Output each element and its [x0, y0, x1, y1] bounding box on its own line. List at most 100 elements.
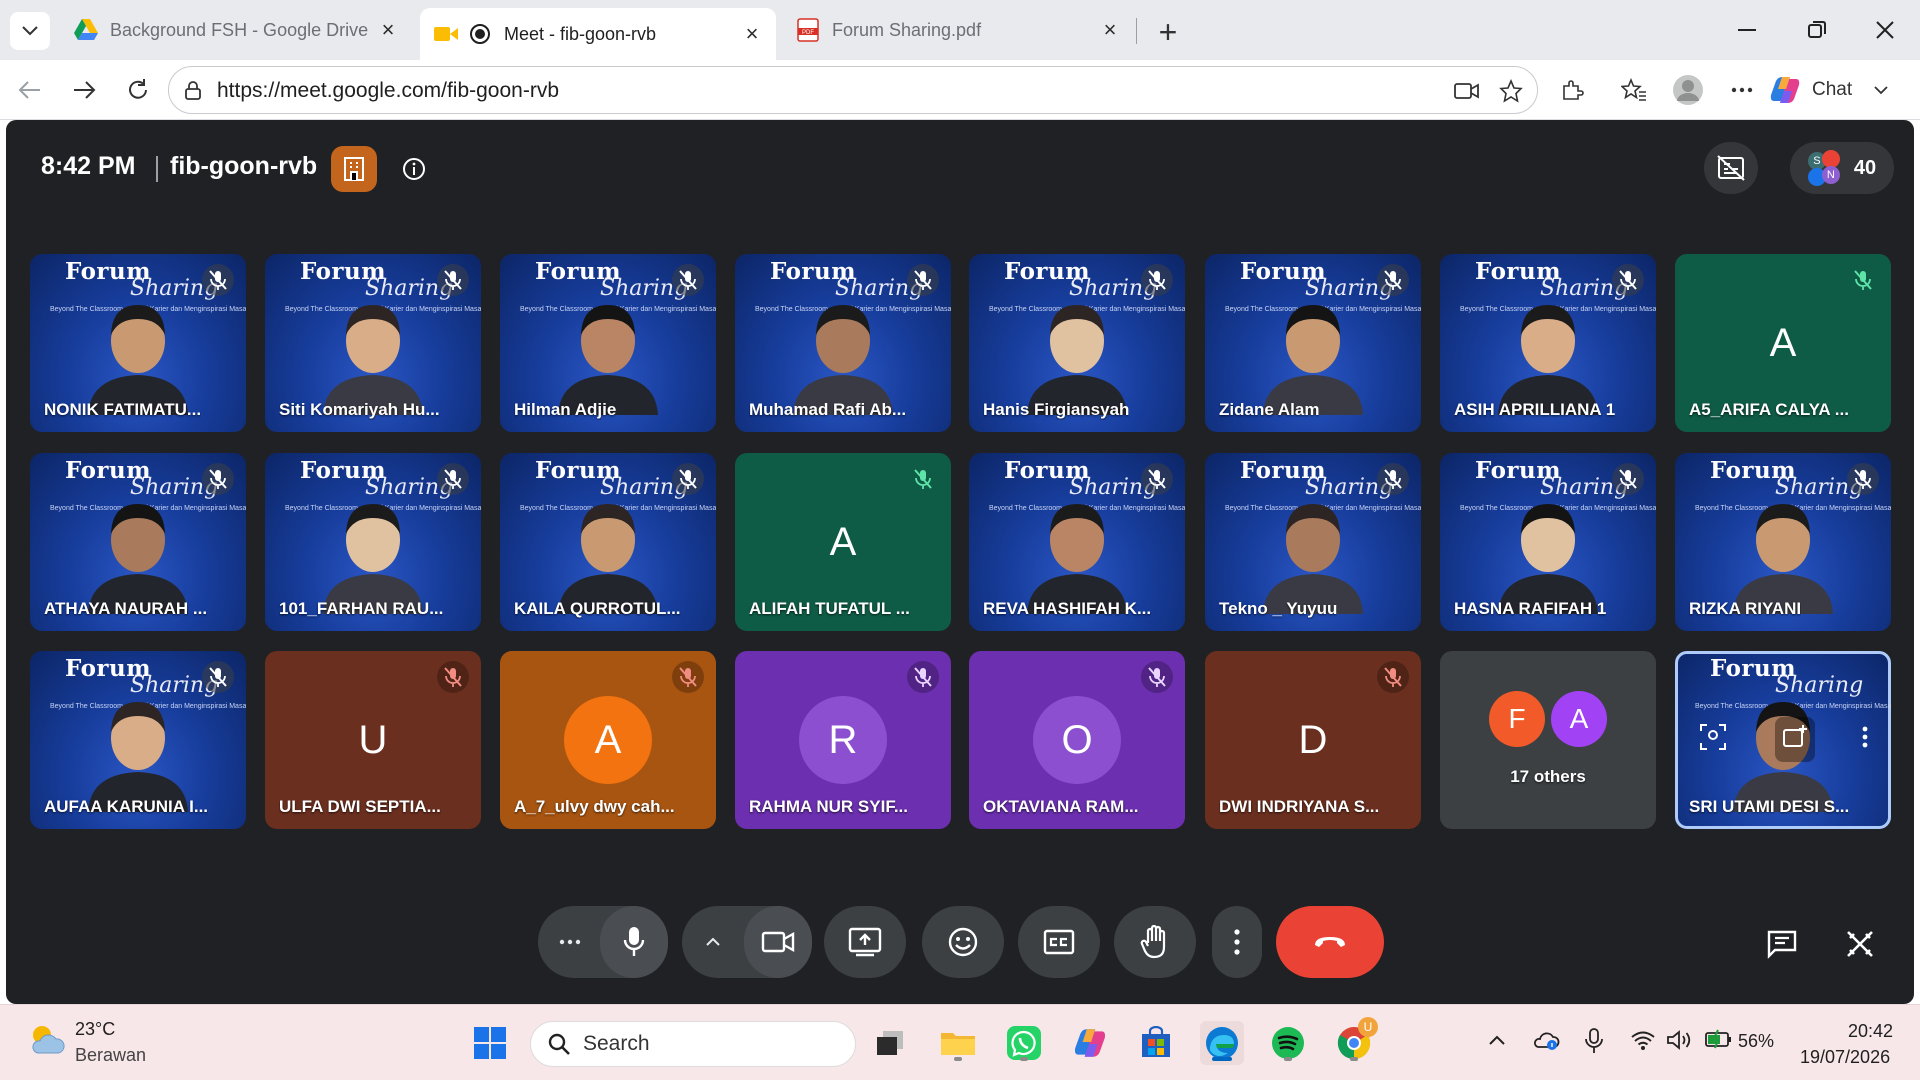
minimize-button[interactable]: [1724, 10, 1770, 50]
present-button[interactable]: [824, 906, 906, 978]
participant-tile[interactable]: ForumSharingBeyond The Classroom · Menit…: [30, 254, 246, 432]
copilot-button[interactable]: [1068, 1021, 1112, 1065]
profile-button[interactable]: [1668, 70, 1708, 110]
participant-tile[interactable]: ForumSharingBeyond The Classroom · Menit…: [30, 453, 246, 631]
participant-tile[interactable]: A A_7_ulvy dwy cah...: [500, 651, 716, 829]
star-icon[interactable]: [1495, 75, 1527, 107]
chat-panel-button[interactable]: [1762, 924, 1802, 964]
participant-tile[interactable]: O OKTAVIANA RAM...: [969, 651, 1185, 829]
microphone-button[interactable]: [600, 906, 668, 978]
google-drive-icon: [74, 18, 98, 42]
video-settings-button[interactable]: [682, 906, 744, 978]
clock-time[interactable]: 20:42: [1848, 1021, 1893, 1042]
participant-tile[interactable]: ForumSharingBeyond The Classroom · Menit…: [969, 453, 1185, 631]
show-hidden-icons-button[interactable]: [1488, 1033, 1506, 1051]
participant-name: OKTAVIANA RAM...: [983, 797, 1139, 816]
audio-settings-button[interactable]: [538, 906, 602, 978]
camera-button[interactable]: [744, 906, 812, 978]
task-view-button[interactable]: [868, 1021, 912, 1065]
captions-button[interactable]: [1018, 906, 1100, 978]
copilot-chat-button[interactable]: Chat: [1768, 68, 1896, 112]
tab-forum-pdf[interactable]: PDF Forum Sharing.pdf ×: [782, 8, 1134, 52]
mic-off-icon: [1612, 264, 1644, 296]
microsoft-store-button[interactable]: [1134, 1021, 1178, 1065]
restore-button[interactable]: [1794, 10, 1840, 50]
participant-tile[interactable]: R RAHMA NUR SYIF...: [735, 651, 951, 829]
onedrive-tray-icon[interactable]: [1532, 1029, 1560, 1056]
volume-tray-icon[interactable]: [1666, 1029, 1694, 1056]
address-bar[interactable]: https://meet.google.com/fib-goon-rvb: [168, 66, 1538, 114]
close-icon[interactable]: ×: [738, 20, 766, 48]
forward-button[interactable]: [64, 70, 104, 110]
participant-tile[interactable]: ForumSharingBeyond The Classroom · Menit…: [500, 453, 716, 631]
file-explorer-button[interactable]: [936, 1021, 980, 1065]
pdf-icon: PDF: [796, 18, 820, 42]
participant-tile[interactable]: A ALIFAH TUFATUL ...: [735, 453, 951, 631]
battery-tray-icon[interactable]: [1704, 1029, 1734, 1054]
participant-name: NONIK FATIMATU...: [44, 400, 202, 419]
camera-control-group: [682, 906, 812, 978]
edge-button[interactable]: [1200, 1021, 1244, 1065]
participant-tile[interactable]: ForumSharingBeyond The Classroom · Menit…: [30, 651, 246, 829]
partly-cloudy-icon: [32, 1026, 65, 1054]
start-button[interactable]: [468, 1021, 512, 1065]
mic-off-icon: [1141, 463, 1173, 495]
framing-icon[interactable]: [1698, 722, 1728, 757]
participant-tile[interactable]: ForumSharingBeyond The Classroom · Menit…: [1675, 651, 1891, 829]
info-icon[interactable]: [399, 154, 429, 184]
host-controls-button[interactable]: [331, 146, 377, 192]
participant-tile[interactable]: ForumSharingBeyond The Classroom · Menit…: [265, 254, 481, 432]
more-options-button[interactable]: [1212, 906, 1262, 978]
reactions-button[interactable]: [922, 906, 1004, 978]
close-icon[interactable]: ×: [374, 16, 402, 44]
participant-tile[interactable]: U ULFA DWI SEPTIA...: [265, 651, 481, 829]
back-button[interactable]: [10, 70, 50, 110]
participant-tile[interactable]: A A5_ARIFA CALYA ...: [1675, 254, 1891, 432]
tab-search-button[interactable]: [10, 12, 50, 50]
participant-tile[interactable]: ForumSharingBeyond The Classroom · Menit…: [265, 453, 481, 631]
leave-call-button[interactable]: [1276, 906, 1384, 978]
participant-name: HASNA RAFIFAH 1: [1454, 599, 1607, 618]
more-menu-button[interactable]: [1722, 70, 1762, 110]
browser-tab-strip: Background FSH - Google Drive × Meet - f…: [0, 0, 1920, 60]
participant-name: AUFAA KARUNIA I...: [44, 797, 209, 816]
reload-button[interactable]: [118, 70, 158, 110]
close-window-button[interactable]: [1862, 10, 1908, 50]
activities-button[interactable]: [1840, 924, 1880, 964]
recording-icon: [468, 22, 492, 46]
taskbar-search[interactable]: Search: [530, 1021, 856, 1067]
more-vertical-icon[interactable]: [1862, 726, 1868, 753]
camera-in-use-icon[interactable]: [1451, 75, 1483, 107]
participant-tile[interactable]: ForumSharingBeyond The Classroom · Menit…: [1675, 453, 1891, 631]
wifi-tray-icon[interactable]: [1630, 1029, 1656, 1056]
participant-tile[interactable]: F A 17 others: [1440, 651, 1656, 829]
raise-hand-button[interactable]: [1114, 906, 1196, 978]
participant-tile[interactable]: ForumSharingBeyond The Classroom · Menit…: [500, 254, 716, 432]
participant-tile[interactable]: ForumSharingBeyond The Classroom · Menit…: [1205, 453, 1421, 631]
favorites-button[interactable]: [1614, 70, 1654, 110]
new-tab-button[interactable]: +: [1150, 14, 1186, 50]
participant-tile[interactable]: ForumSharingBeyond The Classroom · Menit…: [969, 254, 1185, 432]
spotify-button[interactable]: [1266, 1021, 1310, 1065]
participant-tile[interactable]: D DWI INDRIYANA S...: [1205, 651, 1421, 829]
clock-date[interactable]: 19/07/2026: [1800, 1047, 1890, 1068]
mic-off-icon: [672, 661, 704, 693]
participant-tile[interactable]: ForumSharingBeyond The Classroom · Menit…: [1440, 453, 1656, 631]
avatar: A: [799, 498, 887, 586]
captions-off-button[interactable]: [1704, 142, 1758, 194]
site-info-icon[interactable]: [177, 75, 209, 107]
participant-tile[interactable]: ForumSharingBeyond The Classroom · Menit…: [1440, 254, 1656, 432]
close-icon[interactable]: ×: [1096, 16, 1124, 44]
tab-meet[interactable]: Meet - fib-goon-rvb ×: [420, 8, 776, 60]
effects-icon[interactable]: [1774, 716, 1815, 762]
chevron-down-icon: [22, 26, 38, 36]
chrome-button[interactable]: U: [1332, 1017, 1378, 1065]
whatsapp-button[interactable]: [1002, 1021, 1046, 1065]
extensions-button[interactable]: [1552, 70, 1592, 110]
mic-tray-icon[interactable]: [1584, 1027, 1604, 1060]
tab-google-drive[interactable]: Background FSH - Google Drive ×: [60, 8, 412, 52]
weather-widget[interactable]: [26, 1019, 66, 1064]
people-button[interactable]: S N 40: [1790, 142, 1894, 194]
participant-tile[interactable]: ForumSharingBeyond The Classroom · Menit…: [1205, 254, 1421, 432]
participant-tile[interactable]: ForumSharingBeyond The Classroom · Menit…: [735, 254, 951, 432]
